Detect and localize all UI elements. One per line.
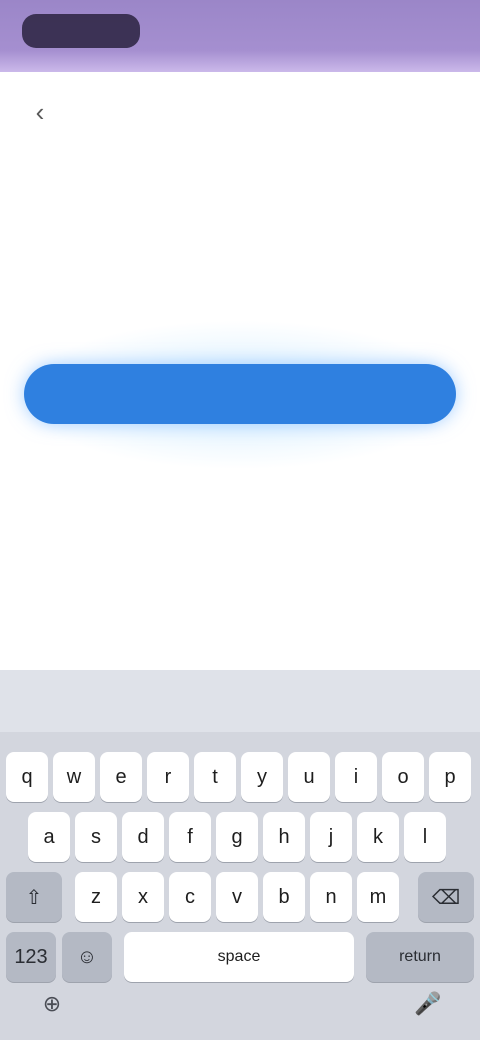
key-h[interactable]: h [263,812,305,862]
status-time-pill [22,14,140,48]
key-u[interactable]: u [288,752,330,802]
key-j[interactable]: j [310,812,352,862]
key-p[interactable]: p [429,752,471,802]
key-k[interactable]: k [357,812,399,862]
status-bar [0,0,480,72]
back-arrow-icon[interactable]: ‹ [22,94,58,130]
key-row-1: q w e r t y u i o p [0,752,480,806]
key-o[interactable]: o [382,752,424,802]
mic-icon[interactable]: 🎤 [408,984,448,1024]
key-f[interactable]: f [169,812,211,862]
suggestion-bar [0,670,480,732]
key-l[interactable]: l [404,812,446,862]
key-a[interactable]: a [28,812,70,862]
key-t[interactable]: t [194,752,236,802]
key-i[interactable]: i [335,752,377,802]
key-d[interactable]: d [122,812,164,862]
key-row-4: 123 ☺ space return [0,910,480,982]
key-w[interactable]: w [53,752,95,802]
key-y[interactable]: y [241,752,283,802]
key-q[interactable]: q [6,752,48,802]
key-s[interactable]: s [75,812,117,862]
key-e[interactable]: e [100,752,142,802]
primary-action-button[interactable] [24,364,456,424]
app-header: ‹ [0,72,480,150]
key-r[interactable]: r [147,752,189,802]
keyboard: q w e r t y u i o p a s d f g h j k l ⇧ … [0,670,480,1040]
globe-icon[interactable]: ⊕ [32,984,72,1024]
keyboard-bottom-bar: ⊕ 🎤 [0,970,480,1040]
key-row-2: a s d f g h j k l [0,812,480,866]
secondary-link[interactable] [60,494,420,528]
key-g[interactable]: g [216,812,258,862]
